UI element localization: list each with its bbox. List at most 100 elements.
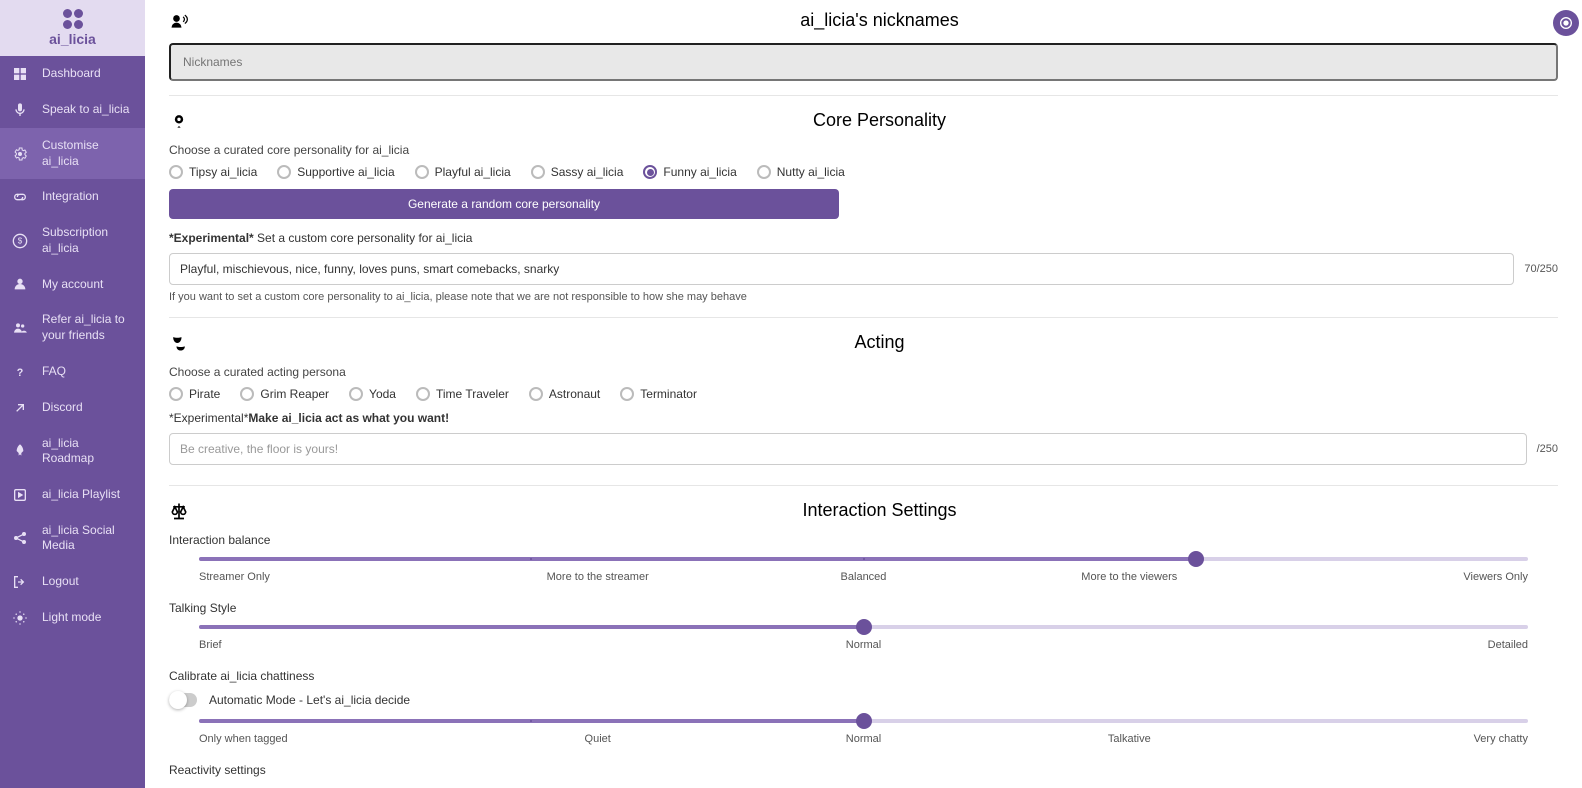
generate-personality-button[interactable]: Generate a random core personality	[169, 189, 839, 219]
acting-char-counter: /250	[1537, 443, 1558, 455]
sidebar-item-refer[interactable]: Refer ai_licia to your friends	[0, 302, 145, 353]
logo-icon	[63, 9, 83, 29]
radio-option[interactable]: Time Traveler	[416, 387, 509, 401]
sidebar-item-label: Customise ai_licia	[42, 138, 133, 169]
slider-mark: Only when tagged	[199, 733, 465, 745]
chattiness-slider[interactable]	[199, 719, 1528, 723]
radio-indicator	[757, 165, 771, 179]
section-title: Acting	[201, 332, 1558, 353]
radio-indicator	[416, 387, 430, 401]
section-interaction: Interaction Settings Interaction balance…	[169, 500, 1558, 788]
sidebar-item-account[interactable]: My account	[0, 266, 145, 302]
acting-custom-input[interactable]	[169, 433, 1527, 465]
slider-label: Interaction balance	[169, 533, 1558, 547]
sidebar-item-logout[interactable]: Logout	[0, 564, 145, 600]
core-custom-input[interactable]	[169, 253, 1514, 285]
radio-indicator	[277, 165, 291, 179]
talking-style-slider[interactable]	[199, 625, 1528, 629]
radio-indicator	[169, 165, 183, 179]
slider-mark: Talkative	[996, 733, 1262, 745]
section-acting: Acting Choose a curated acting persona P…	[169, 332, 1558, 486]
radio-label: Tipsy ai_licia	[189, 165, 257, 179]
sidebar-item-integration[interactable]: Integration	[0, 179, 145, 215]
mic-icon	[12, 102, 28, 118]
radio-label: Pirate	[189, 387, 220, 401]
sidebar-item-label: Speak to ai_licia	[42, 102, 129, 118]
radio-indicator	[643, 165, 657, 179]
interaction-balance-slider[interactable]	[199, 557, 1528, 561]
slider-marks: BriefNormalDetailed	[199, 639, 1528, 651]
sidebar-item-playlist[interactable]: ai_licia Playlist	[0, 477, 145, 513]
radio-option[interactable]: Playful ai_licia	[415, 165, 511, 179]
nicknames-input[interactable]	[169, 43, 1558, 81]
radio-label: Funny ai_licia	[663, 165, 736, 179]
slider-mark: Normal	[642, 639, 1085, 651]
dashboard-icon	[12, 66, 28, 82]
radio-indicator	[531, 165, 545, 179]
sidebar-item-lightmode[interactable]: Light mode	[0, 600, 145, 636]
brain-icon	[169, 111, 189, 131]
radio-label: Terminator	[640, 387, 697, 401]
slider-mark: Detailed	[1085, 639, 1528, 651]
radio-label: Yoda	[369, 387, 396, 401]
sidebar-item-dashboard[interactable]: Dashboard	[0, 56, 145, 92]
sidebar-item-faq[interactable]: ? FAQ	[0, 354, 145, 390]
brand-text: ai_licia	[49, 31, 96, 47]
arrow-up-right-icon	[12, 400, 28, 416]
sidebar-item-label: Discord	[42, 400, 83, 416]
logo: ai_licia	[0, 0, 145, 56]
radio-option[interactable]: Grim Reaper	[240, 387, 329, 401]
sidebar-item-label: ai_licia Playlist	[42, 487, 120, 503]
radio-label: Astronaut	[549, 387, 600, 401]
radio-indicator	[415, 165, 429, 179]
radio-option[interactable]: Yoda	[349, 387, 396, 401]
radio-option[interactable]: Astronaut	[529, 387, 600, 401]
sidebar: ai_licia Dashboard Speak to ai_licia Cus…	[0, 0, 145, 788]
radio-option[interactable]: Tipsy ai_licia	[169, 165, 257, 179]
slider-mark: Streamer Only	[199, 571, 465, 583]
radio-option[interactable]: Supportive ai_licia	[277, 165, 394, 179]
slider-thumb[interactable]	[856, 713, 872, 729]
core-personality-radios: Tipsy ai_licia Supportive ai_licia Playful…	[169, 165, 1558, 179]
radio-option[interactable]: Nutty ai_licia	[757, 165, 845, 179]
sidebar-item-discord[interactable]: Discord	[0, 390, 145, 426]
rocket-icon	[12, 443, 28, 459]
radio-indicator	[620, 387, 634, 401]
sidebar-item-label: Logout	[42, 574, 79, 590]
help-fab[interactable]	[1553, 10, 1579, 36]
slider-thumb[interactable]	[856, 619, 872, 635]
playlist-icon	[12, 487, 28, 503]
radio-option[interactable]: Pirate	[169, 387, 220, 401]
section-core-personality: Core Personality Choose a curated core p…	[169, 110, 1558, 318]
sidebar-item-speak[interactable]: Speak to ai_licia	[0, 92, 145, 128]
sidebar-item-label: FAQ	[42, 364, 66, 380]
slider-thumb[interactable]	[1188, 551, 1204, 567]
reactivity-label: Reactivity settings	[169, 763, 1558, 777]
acting-experimental-label: *Experimental*Make ai_licia act as what …	[169, 411, 1558, 425]
sidebar-item-social[interactable]: ai_licia Social Media	[0, 513, 145, 564]
question-icon: ?	[12, 364, 28, 380]
share-icon	[12, 530, 28, 546]
radio-option[interactable]: Terminator	[620, 387, 697, 401]
sidebar-item-roadmap[interactable]: ai_licia Roadmap	[0, 426, 145, 477]
sidebar-item-customise[interactable]: Customise ai_licia	[0, 128, 145, 179]
section-title: ai_licia's nicknames	[201, 10, 1558, 31]
scale-icon	[169, 501, 189, 521]
radio-option[interactable]: Funny ai_licia	[643, 165, 736, 179]
dollar-icon: $	[12, 233, 28, 249]
link-icon	[12, 189, 28, 205]
slider-mark: Very chatty	[1262, 733, 1528, 745]
radio-label: Playful ai_licia	[435, 165, 511, 179]
acting-persona-radios: Pirate Grim Reaper Yoda Time Traveler Astron…	[169, 387, 1558, 401]
radio-option[interactable]: Sassy ai_licia	[531, 165, 624, 179]
acting-hint: Choose a curated acting persona	[169, 365, 1558, 379]
radio-label: Sassy ai_licia	[551, 165, 624, 179]
slider-mark: Normal	[731, 733, 997, 745]
core-experimental-label: *Experimental* Set a custom core persona…	[169, 231, 1558, 245]
talking-style-group: Talking Style BriefNormalDetailed	[169, 601, 1558, 651]
slider-label: Calibrate ai_licia chattiness	[169, 669, 1558, 683]
auto-mode-toggle[interactable]	[169, 693, 197, 707]
user-icon	[12, 276, 28, 292]
core-note: If you want to set a custom core persona…	[169, 291, 1558, 303]
sidebar-item-subscription[interactable]: $ Subscription ai_licia	[0, 215, 145, 266]
